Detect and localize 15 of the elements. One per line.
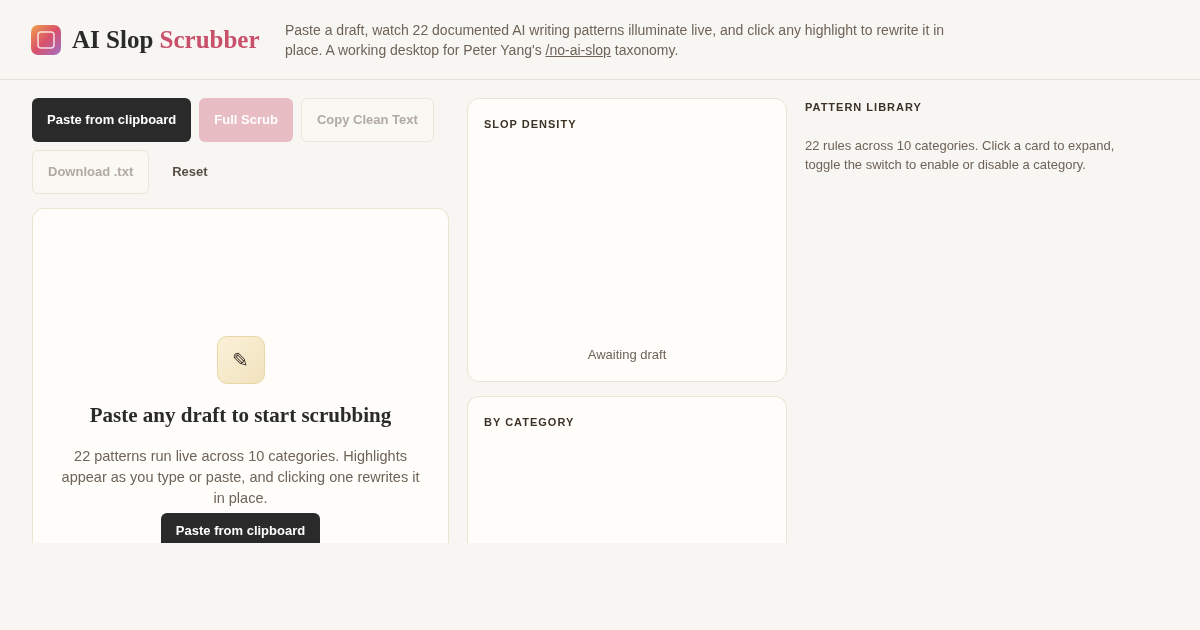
- empty-state-text: 22 patterns run live across 10 categories. Highlights appear as you type or paste, and clicking one rewrites it in place.: [60, 446, 421, 508]
- paste-button[interactable]: Paste from clipboard: [160, 512, 321, 543]
- card-heading: BY CATEGORY: [484, 415, 576, 430]
- library-description: 22 rules across 10 categories. Click a card to expand, toggle the switch to enable or disable a category.: [805, 136, 1116, 174]
- empty-state-title: Paste any draft to start scrubbing: [89, 402, 392, 429]
- card-heading: SLOP DENSITY: [484, 117, 578, 132]
- section-heading: PATTERN LIBRARY: [805, 100, 923, 115]
- logo-icon: [30, 23, 62, 56]
- taxonomy-link[interactable]: /no-ai-slop: [545, 41, 611, 58]
- pencil-icon: ✎: [216, 336, 265, 384]
- app-description: Paste a draft, watch 22 documented AI writing patterns illuminate live, and click any highlight to rewrite it in place. A working desktop for Peter Yang's /no-ai-slop taxonomy.: [285, 20, 946, 60]
- app-title: AI Slop Scrubber: [72, 24, 260, 55]
- toolbar-button[interactable]: Reset: [157, 150, 223, 194]
- status-text: Awaiting draft: [587, 345, 667, 364]
- toolbar-button[interactable]: Paste from clipboard: [32, 98, 192, 142]
